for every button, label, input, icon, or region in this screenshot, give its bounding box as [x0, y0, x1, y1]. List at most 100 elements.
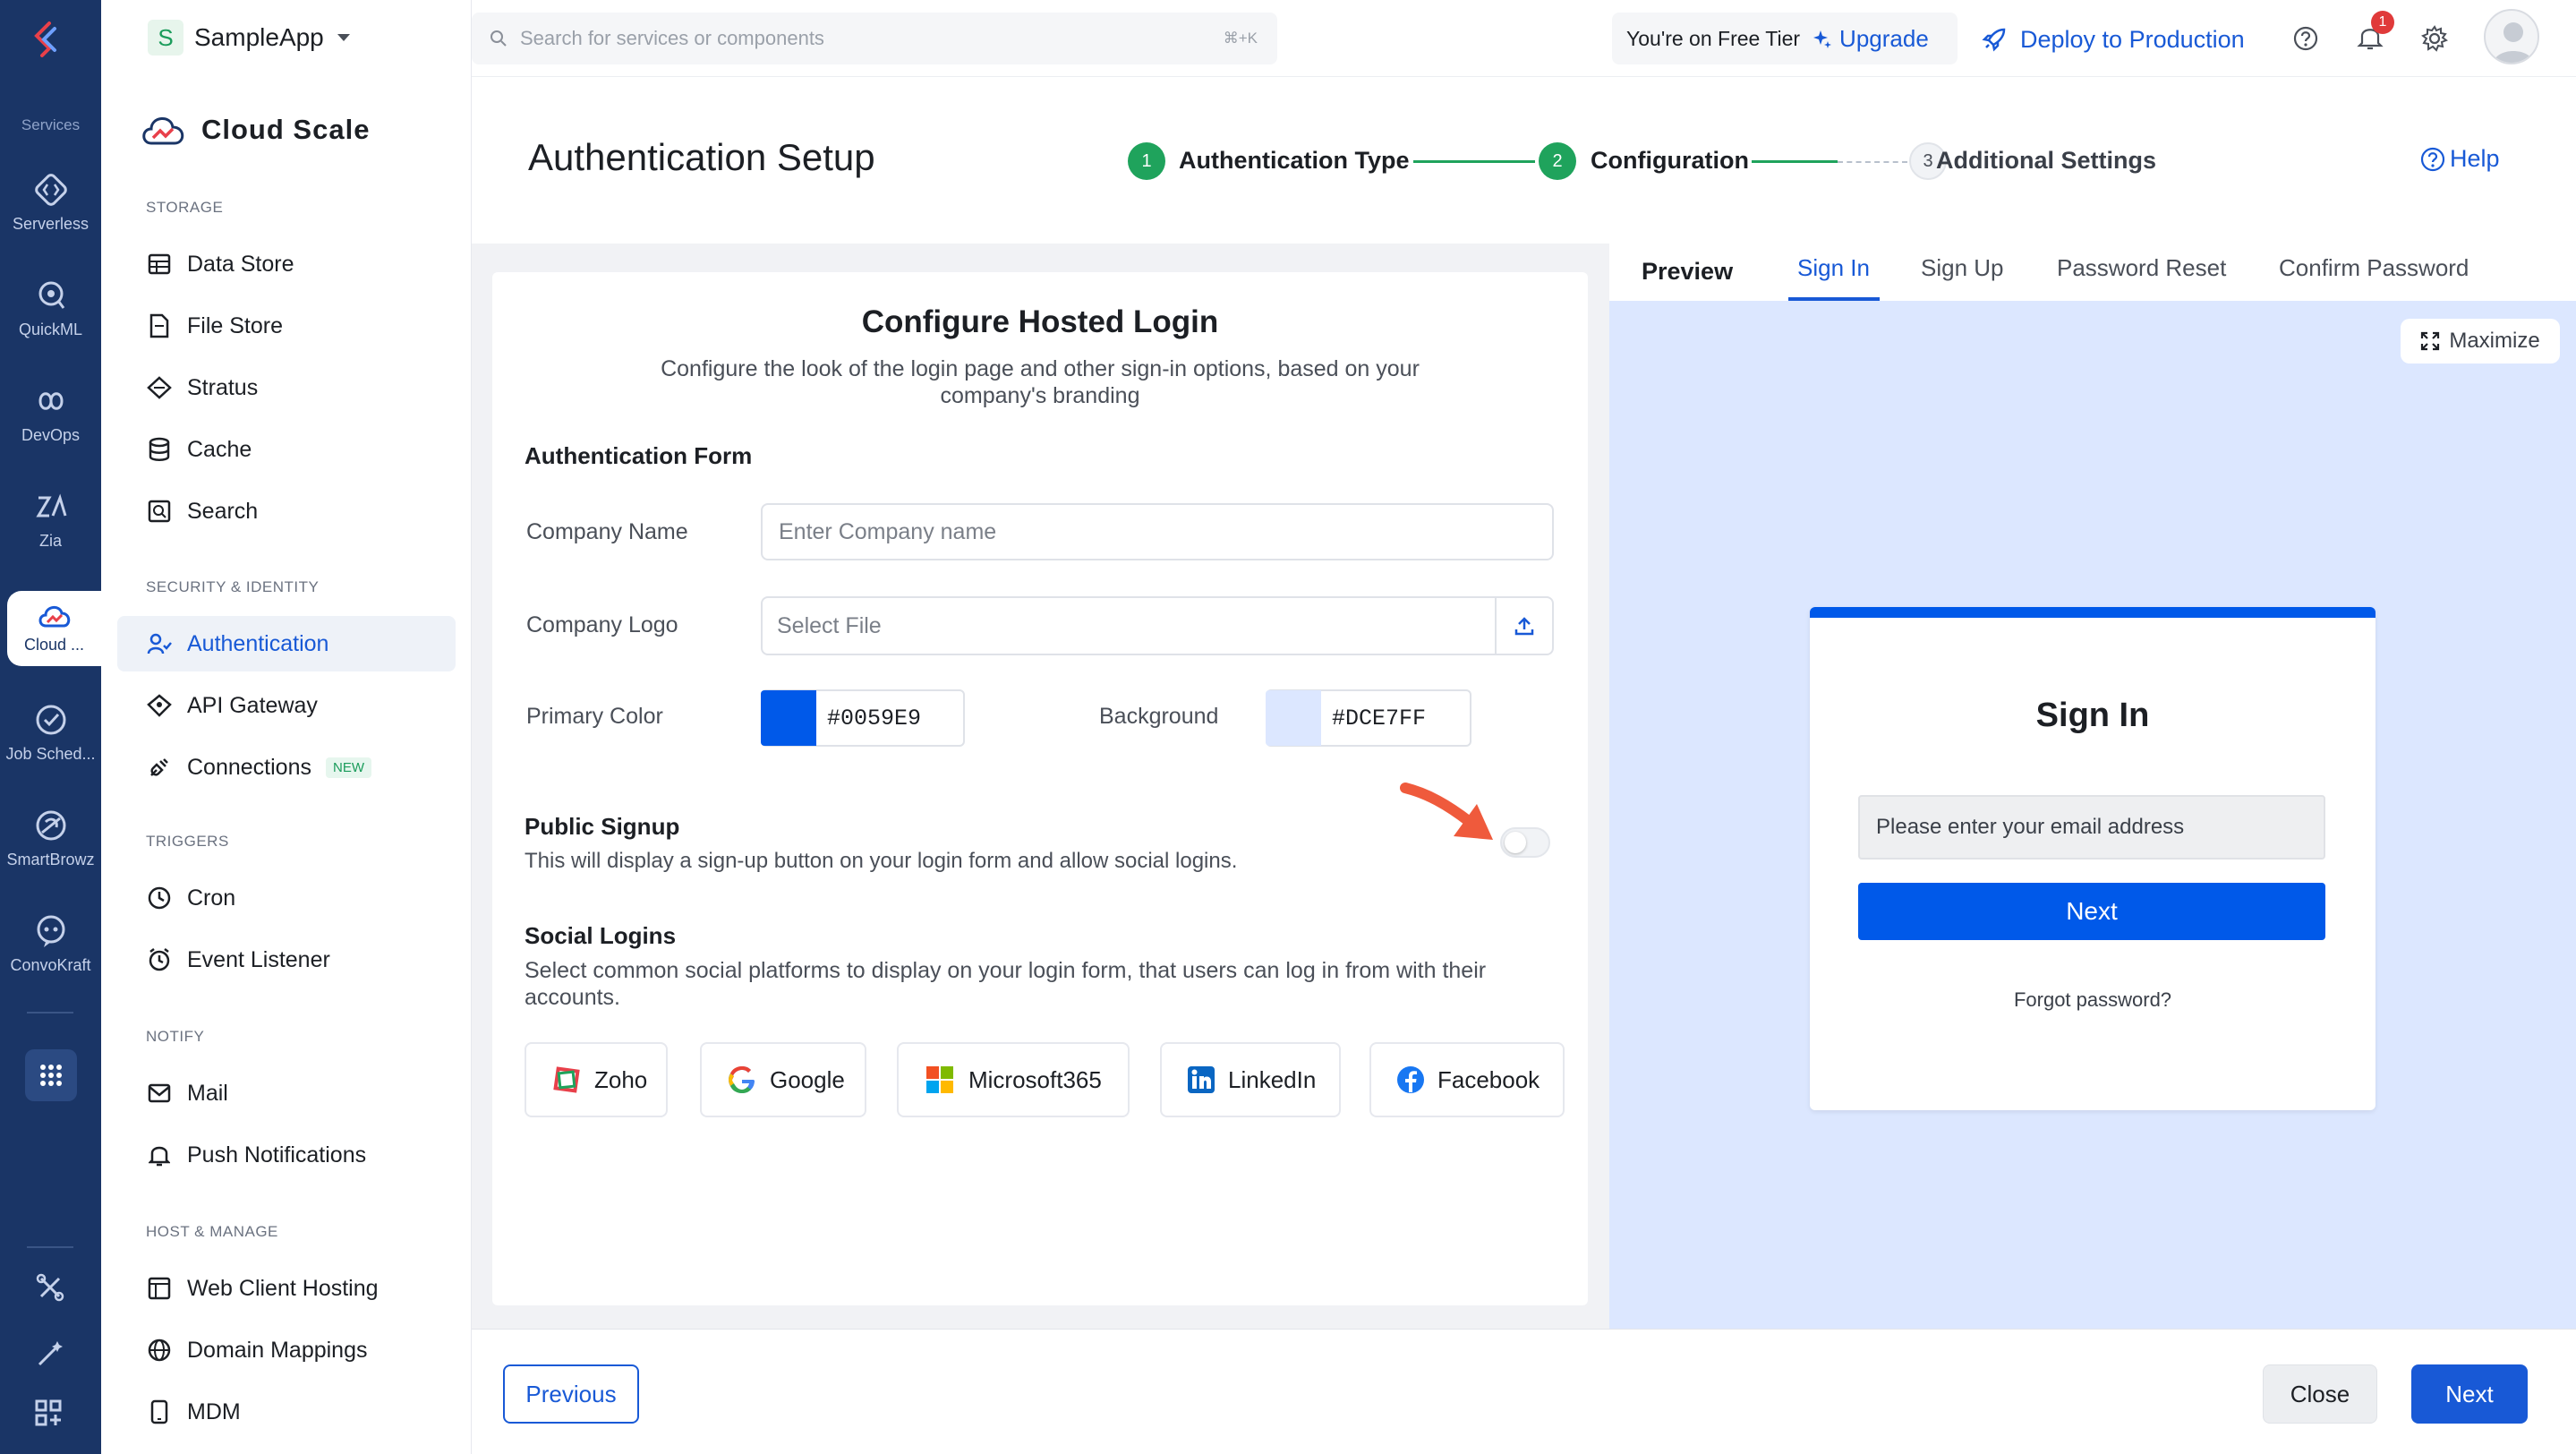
rail-item-smartbrowz[interactable]: SmartBrowz	[0, 806, 101, 869]
tab-sign-up[interactable]: Sign Up	[1921, 254, 2004, 282]
browser-icon	[146, 1275, 173, 1302]
avatar[interactable]	[2484, 9, 2539, 64]
upgrade-link[interactable]: Upgrade	[1839, 25, 1929, 53]
rail-item-convokraft[interactable]: ConvoKraft	[0, 911, 101, 975]
sidebar-item-label: API Gateway	[187, 692, 318, 718]
gear-icon[interactable]	[2421, 25, 2448, 52]
magic-wand-icon[interactable]	[34, 1338, 66, 1370]
sidebar-item-file-store[interactable]: File Store	[117, 298, 456, 354]
deploy-button[interactable]: Deploy to Production	[1981, 20, 2245, 59]
rail-item-quickml[interactable]: QuickML	[0, 276, 101, 339]
help-icon[interactable]	[2292, 25, 2319, 52]
sidebar-item-domain-mappings[interactable]: Domain Mappings	[117, 1322, 456, 1378]
rail-item-cloud-scale[interactable]: Cloud ...	[7, 591, 101, 666]
step-3-label[interactable]: Additional Settings	[1936, 147, 2156, 175]
search-icon	[490, 30, 508, 47]
integrations-icon[interactable]	[34, 1271, 66, 1304]
deploy-label: Deploy to Production	[2020, 25, 2245, 53]
primary-color-value[interactable]: #0059E9	[827, 706, 921, 731]
sidebar-item-api-gateway[interactable]: API Gateway	[117, 678, 456, 733]
sidebar-item-push-notifications[interactable]: Push Notifications	[117, 1127, 456, 1183]
table-icon	[146, 251, 173, 278]
preview-forgot-password-link[interactable]: Forgot password?	[1810, 988, 2376, 1012]
project-sidebar: S SampleApp Cloud Scale STORAGE Data Sto…	[101, 0, 472, 1454]
global-search[interactable]: Search for services or components ⌘+K	[472, 13, 1277, 64]
sparkle-icon	[1813, 29, 1832, 48]
sidebar-item-mail[interactable]: Mail	[117, 1065, 456, 1121]
search-shortcut: ⌘+K	[1223, 30, 1258, 47]
sidebar-item-label: MDM	[187, 1398, 241, 1424]
sidebar-item-search[interactable]: Search	[117, 483, 456, 539]
sidebar-item-label: Authentication	[187, 630, 329, 656]
rail-item-devops[interactable]: DevOps	[0, 381, 101, 445]
section-notify: NOTIFY	[146, 1028, 205, 1045]
toggle-knob	[1505, 832, 1526, 853]
plug-icon	[146, 754, 173, 781]
social-label: LinkedIn	[1228, 1065, 1317, 1093]
maximize-button[interactable]: Maximize	[2401, 319, 2560, 364]
upload-button[interactable]	[1495, 598, 1552, 654]
database-icon	[146, 436, 173, 463]
sidebar-item-cache[interactable]: Cache	[117, 422, 456, 477]
step-2-label[interactable]: Configuration	[1591, 147, 1749, 175]
rail-item-zia[interactable]: Zia	[0, 487, 101, 551]
tab-sign-in[interactable]: Sign In	[1797, 254, 1870, 282]
primary-color-swatch[interactable]	[761, 690, 816, 746]
sidebar-item-cron[interactable]: Cron	[117, 870, 456, 926]
background-color-picker[interactable]: #DCE7FF	[1266, 689, 1471, 747]
sidebar-item-mdm[interactable]: MDM	[117, 1384, 456, 1440]
background-color-value[interactable]: #DCE7FF	[1332, 706, 1426, 731]
apps-icon[interactable]	[34, 1398, 63, 1427]
tab-password-reset[interactable]: Password Reset	[2057, 254, 2226, 282]
mobile-icon	[146, 1398, 173, 1425]
rail-item-serverless[interactable]: Serverless	[0, 170, 101, 234]
sidebar-item-web-client-hosting[interactable]: Web Client Hosting	[117, 1261, 456, 1316]
social-login-microsoft365[interactable]: Microsoft365	[897, 1042, 1130, 1117]
preview-next-button[interactable]: Next	[1858, 883, 2325, 940]
sidebar-item-stratus[interactable]: Stratus	[117, 360, 456, 415]
tab-confirm-password[interactable]: Confirm Password	[2279, 254, 2469, 282]
background-color-swatch[interactable]	[1266, 690, 1321, 746]
expand-icon	[2420, 331, 2440, 351]
close-button[interactable]: Close	[2263, 1364, 2377, 1424]
catalyst-logo-icon[interactable]	[30, 20, 71, 61]
step-1-label[interactable]: Authentication Type	[1179, 147, 1410, 175]
help-link[interactable]: Help	[2419, 145, 2500, 173]
search-box-icon	[146, 498, 173, 525]
clock-icon	[146, 885, 173, 911]
sidebar-item-connections[interactable]: Connections NEW	[117, 740, 456, 795]
notification-count-badge: 1	[2371, 11, 2394, 34]
public-signup-toggle[interactable]	[1500, 827, 1550, 858]
social-label: Google	[770, 1065, 845, 1093]
primary-color-picker[interactable]: #0059E9	[761, 689, 965, 747]
preview-email-input[interactable]: Please enter your email address	[1858, 795, 2325, 860]
all-services-button[interactable]	[25, 1049, 77, 1101]
rail-item-job-scheduling[interactable]: Job Sched...	[0, 700, 101, 764]
company-logo-file-field[interactable]: Select File	[761, 596, 1554, 655]
company-name-field[interactable]: Enter Company name	[761, 503, 1554, 560]
facebook-logo-icon	[1396, 1064, 1425, 1096]
sidebar-item-authentication[interactable]: Authentication	[117, 616, 456, 671]
sidebar-item-event-listener[interactable]: Event Listener	[117, 932, 456, 988]
search-input[interactable]: Search for services or components	[520, 27, 824, 50]
step-connector	[1413, 160, 1535, 163]
social-login-google[interactable]: Google	[700, 1042, 866, 1117]
cloud-scale-icon	[35, 598, 74, 634]
sidebar-item-data-store[interactable]: Data Store	[117, 236, 456, 292]
globe-icon	[146, 1337, 173, 1364]
rail-item-label: Cloud ...	[23, 636, 85, 654]
rail-divider	[27, 1012, 73, 1014]
rail-divider	[27, 1246, 73, 1248]
google-logo-icon	[727, 1064, 757, 1096]
previous-button[interactable]: Previous	[503, 1364, 639, 1424]
apps-grid-icon	[38, 1063, 64, 1088]
sidebar-item-label: Search	[187, 498, 259, 524]
next-button[interactable]: Next	[2411, 1364, 2528, 1424]
app-switcher[interactable]: S SampleApp	[148, 11, 354, 64]
social-login-linkedin[interactable]: LinkedIn	[1160, 1042, 1341, 1117]
social-login-facebook[interactable]: Facebook	[1369, 1042, 1565, 1117]
preview-heading: Preview	[1642, 258, 1734, 285]
new-badge: NEW	[325, 757, 371, 778]
rail-item-label: Zia	[38, 532, 62, 550]
social-login-zoho[interactable]: Zoho	[525, 1042, 668, 1117]
